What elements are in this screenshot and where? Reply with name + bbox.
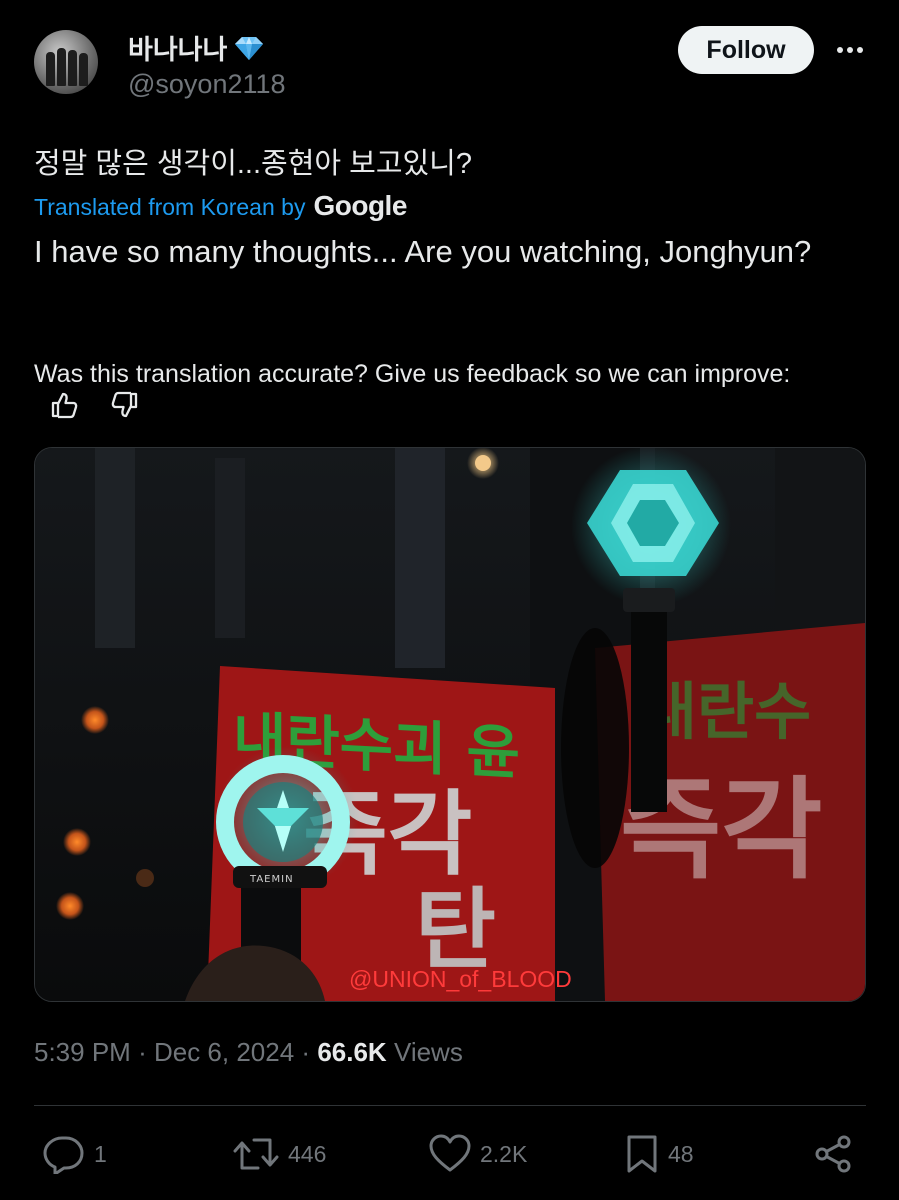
google-logo: Google <box>313 190 407 221</box>
meta-separator: · <box>301 1037 311 1067</box>
feedback-text: Was this translation accurate? Give us f… <box>34 360 791 388</box>
translated-prefix: Translated from Korean by <box>34 194 306 220</box>
meta-separator: · <box>138 1037 147 1067</box>
share-icon <box>815 1135 851 1173</box>
bookmark-count: 48 <box>668 1140 694 1167</box>
tweet-date[interactable]: Dec 6, 2024 <box>154 1037 294 1067</box>
translation-feedback: Was this translation accurate? Give us f… <box>34 357 834 428</box>
blue-diamond-icon <box>235 36 264 60</box>
share-button[interactable] <box>812 1134 856 1174</box>
bookmark-icon <box>627 1135 657 1173</box>
translation-attribution[interactable]: Translated from Korean by Google <box>34 190 407 222</box>
protest-lightstick-photo: 내란수괴 윤 즉각 탄 내란수 즉각 TAEMIN @UNION_of_BLOO… <box>35 448 865 1001</box>
avatar-figure <box>79 53 88 86</box>
tweet-time[interactable]: 5:39 PM <box>34 1037 131 1067</box>
follow-button[interactable]: Follow <box>678 26 814 74</box>
reply-button[interactable]: 1 <box>42 1134 107 1174</box>
repost-icon <box>233 1138 279 1170</box>
tweet-text-korean: 정말 많은 생각이...종현아 보고있니? <box>34 148 472 180</box>
display-name-text: 바나나나 <box>128 35 228 65</box>
thumbs-up-icon[interactable] <box>50 391 80 428</box>
divider <box>34 1105 866 1106</box>
user-handle[interactable]: @soyon2118 <box>128 69 286 100</box>
like-count: 2.2K <box>480 1140 528 1167</box>
lightstick-label: TAEMIN <box>249 874 294 885</box>
heart-icon <box>429 1134 471 1172</box>
more-options-icon[interactable] <box>832 36 868 64</box>
views-label: Views <box>393 1037 463 1067</box>
avatar-figure <box>46 52 55 86</box>
repost-button[interactable]: 446 <box>232 1134 326 1174</box>
reply-count: 1 <box>94 1140 107 1167</box>
tweet-photo[interactable]: 내란수괴 윤 즉각 탄 내란수 즉각 TAEMIN @UNION_of_BLOO… <box>34 447 866 1002</box>
avatar[interactable] <box>34 30 98 94</box>
photo-watermark: @UNION_of_BLOOD <box>349 966 572 992</box>
thumbs-down-icon[interactable] <box>109 391 139 428</box>
reply-icon <box>43 1136 84 1174</box>
avatar-figure <box>68 50 77 86</box>
avatar-figure <box>57 48 66 86</box>
views-count: 66.6K <box>317 1037 387 1067</box>
like-button[interactable]: 2.2K <box>428 1134 527 1174</box>
tweet-meta: 5:39 PM · Dec 6, 2024 · 66.6K Views <box>34 1037 463 1068</box>
tweet-translation: I have so many thoughts... Are you watch… <box>34 234 812 269</box>
repost-count: 446 <box>288 1140 327 1167</box>
display-name[interactable]: 바나나나 <box>128 28 265 67</box>
bookmark-button[interactable]: 48 <box>624 1134 694 1174</box>
